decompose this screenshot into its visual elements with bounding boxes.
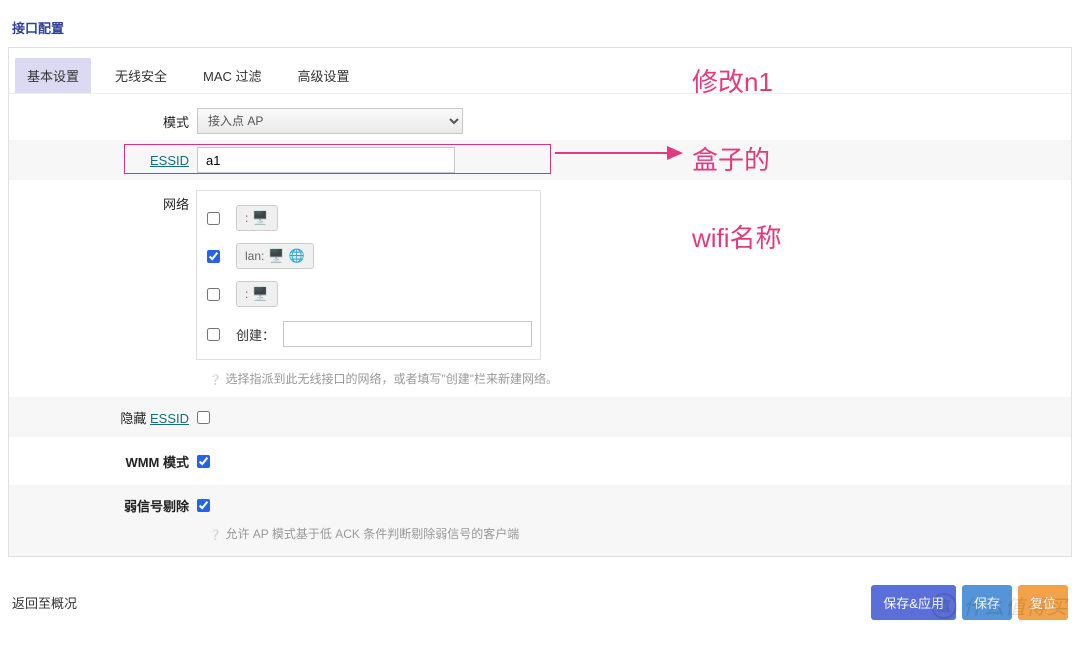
- weak-signal-checkbox[interactable]: [197, 499, 210, 512]
- network-label: 网络: [9, 190, 197, 213]
- back-to-overview-link[interactable]: 返回至概况: [12, 593, 77, 612]
- mode-label: 模式: [9, 112, 197, 131]
- network-create-row: 创建：: [205, 321, 532, 347]
- essid-label-link[interactable]: ESSID: [150, 153, 189, 168]
- network-item: : 🖥️: [205, 205, 532, 231]
- section-title: 接口配置: [8, 0, 1072, 47]
- save-apply-button[interactable]: 保存&应用: [871, 585, 956, 620]
- network-item: : 🖥️: [205, 281, 532, 307]
- nic-icon: 🖥️: [268, 248, 284, 264]
- network-hint: 选择指派到此无线接口的网络，或者填写"创建"栏来新建网络。: [9, 366, 1071, 397]
- mode-select[interactable]: 接入点 AP: [197, 108, 463, 134]
- tab-mac-filter[interactable]: MAC 过滤: [191, 58, 274, 93]
- hide-essid-checkbox[interactable]: [197, 411, 210, 424]
- hide-essid-prefix: 隐藏: [120, 411, 150, 426]
- network-checkbox-1[interactable]: [207, 250, 220, 263]
- reset-button[interactable]: 复位: [1018, 585, 1068, 620]
- tab-wireless-security[interactable]: 无线安全: [103, 58, 179, 93]
- save-button[interactable]: 保存: [962, 585, 1012, 620]
- network-checkbox-2[interactable]: [207, 288, 220, 301]
- wmm-label: WMM 模式: [125, 455, 189, 470]
- network-create-input[interactable]: [283, 321, 532, 347]
- essid-input[interactable]: [197, 147, 455, 173]
- tab-advanced[interactable]: 高级设置: [286, 58, 362, 93]
- nic-icon: 🖥️: [252, 210, 268, 226]
- config-tabs: 基本设置 无线安全 MAC 过滤 高级设置: [9, 48, 1071, 94]
- network-picker: : 🖥️ lan: 🖥️ 🌐: [196, 190, 541, 360]
- wmm-checkbox[interactable]: [197, 455, 210, 468]
- network-create-label: 创建：: [236, 325, 275, 344]
- network-item: lan: 🖥️ 🌐: [205, 243, 532, 269]
- network-ifname-0: :: [245, 211, 248, 225]
- network-create-checkbox[interactable]: [207, 328, 220, 341]
- nic-icon: 🖥️: [252, 286, 268, 302]
- hide-essid-link[interactable]: ESSID: [150, 411, 189, 426]
- interface-config-panel: 基本设置 无线安全 MAC 过滤 高级设置 模式 接入点 AP ESSID 网络: [8, 47, 1072, 557]
- weak-signal-label: 弱信号剔除: [124, 499, 189, 514]
- footer-bar: 返回至概况 保存&应用 保存 复位: [8, 557, 1072, 630]
- network-ifname-1: lan:: [245, 249, 264, 263]
- network-checkbox-0[interactable]: [207, 212, 220, 225]
- tab-basic[interactable]: 基本设置: [15, 58, 91, 93]
- weak-signal-hint: 允许 AP 模式基于低 ACK 条件判断剔除弱信号的客户端: [9, 521, 1071, 556]
- globe-icon: 🌐: [289, 248, 305, 264]
- network-ifname-2: :: [245, 287, 248, 301]
